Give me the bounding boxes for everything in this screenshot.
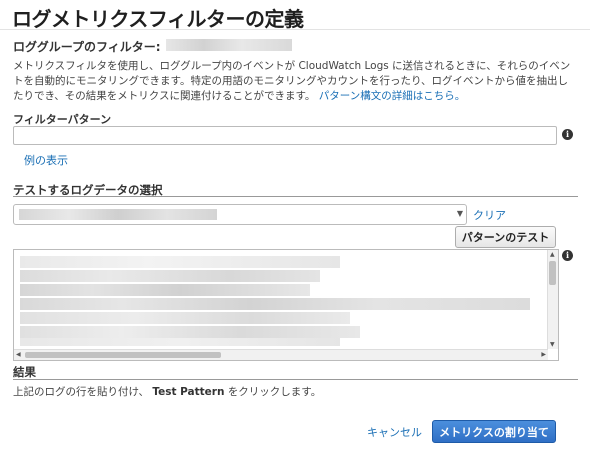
log-data-select[interactable]: ▼ [13,204,467,225]
log-line-redacted [20,326,360,338]
log-line-redacted [20,338,340,346]
log-data-textarea[interactable]: ▲ ▼ ◀ ▶ [13,249,559,361]
scroll-left-icon[interactable]: ◀ [16,351,21,358]
vertical-scroll-thumb[interactable] [549,261,556,285]
result-text-prefix: 上記のログの行を貼り付け、 [13,386,149,398]
description-text: メトリクスフィルタを使用し、ロググループ内のイベントが CloudWatch L… [13,60,571,102]
log-line-redacted [20,270,320,282]
test-data-divider [13,196,578,197]
horizontal-scrollbar[interactable]: ◀ ▶ [14,349,548,360]
scroll-up-icon[interactable]: ▲ [550,251,555,258]
log-line-redacted [20,256,340,268]
dialog-title: ログメトリクスフィルターの定義 [12,7,304,31]
horizontal-scroll-thumb[interactable] [25,352,221,358]
filter-pattern-input[interactable] [13,126,557,145]
chevron-down-icon: ▼ [456,209,463,218]
scroll-down-icon[interactable]: ▼ [550,341,555,348]
log-group-name-redacted [166,39,292,51]
selected-log-stream-redacted [19,209,217,220]
log-group-label: ロググループのフィルター: [13,40,161,54]
info-icon[interactable]: i [562,250,573,261]
cancel-link[interactable]: キャンセル [367,424,422,440]
vertical-scrollbar[interactable]: ▲ ▼ [547,250,558,349]
description: メトリクスフィルタを使用し、ロググループ内のイベントが CloudWatch L… [13,59,578,104]
test-pattern-button[interactable]: パターンのテスト [455,226,556,248]
result-text-suffix: をクリックします。 [227,386,322,398]
show-examples-link[interactable]: 例の表示 [24,152,68,168]
result-text: 上記のログの行を貼り付け、 Test Pattern をクリックします。 [13,384,321,399]
log-line-redacted [20,284,310,296]
log-line-redacted [20,312,350,324]
log-line-redacted [20,298,530,310]
filter-pattern-label: フィルターパターン [13,113,112,126]
title-divider [0,29,590,30]
scroll-right-icon[interactable]: ▶ [541,351,546,358]
result-text-bold: Test Pattern [152,386,225,398]
result-label: 結果 [13,365,36,379]
result-divider [13,379,578,380]
pattern-syntax-link[interactable]: パターン構文の詳細はこちら。 [319,90,465,102]
assign-metric-button[interactable]: メトリクスの割り当て [432,420,556,443]
info-icon[interactable]: i [562,129,573,140]
clear-link[interactable]: クリア [473,207,506,223]
